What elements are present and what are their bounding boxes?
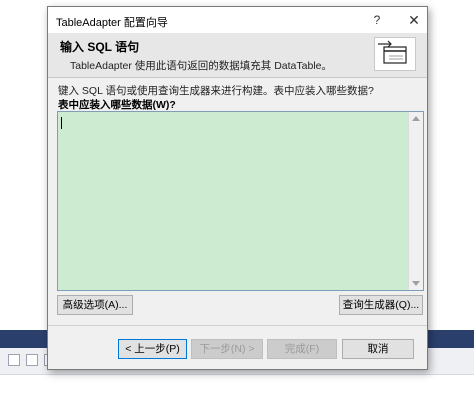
help-button[interactable]: ? [368, 11, 386, 29]
footer-separator [48, 325, 427, 326]
finish-button[interactable]: 完成(F) [267, 339, 337, 359]
scroll-down-icon[interactable] [412, 281, 420, 286]
text-caret [61, 117, 62, 129]
scroll-up-icon[interactable] [412, 116, 420, 121]
step-title: 输入 SQL 语句 [60, 40, 140, 54]
title-bar: TableAdapter 配置向导 ? ✕ [48, 7, 427, 33]
step-subtitle: TableAdapter 使用此语句返回的数据填充其 DataTable。 [70, 60, 332, 72]
cancel-button[interactable]: 取消 [342, 339, 414, 359]
toolbar-icon[interactable] [26, 354, 38, 366]
window-title: TableAdapter 配置向导 [56, 17, 168, 29]
wizard-header: 输入 SQL 语句 TableAdapter 使用此语句返回的数据填充其 Dat… [48, 33, 427, 78]
close-button[interactable]: ✕ [405, 11, 423, 29]
previous-button[interactable]: < 上一步(P) [118, 339, 187, 359]
query-builder-button[interactable]: 查询生成器(Q)... [339, 295, 423, 315]
toolbar-icon[interactable] [8, 354, 20, 366]
next-button[interactable]: 下一步(N) > [191, 339, 263, 359]
advanced-options-button[interactable]: 高级选项(A)... [57, 295, 133, 315]
table-wizard-icon [374, 37, 416, 71]
sql-statement-input[interactable] [57, 111, 424, 291]
background-editor [0, 375, 474, 415]
wizard-dialog: TableAdapter 配置向导 ? ✕ 输入 SQL 语句 TableAda… [47, 6, 428, 370]
instruction-text: 键入 SQL 语句或使用查询生成器来进行构建。表中应装入哪些数据? [58, 85, 374, 97]
sql-field-label: 表中应装入哪些数据(W)? [58, 99, 176, 111]
vertical-scrollbar[interactable] [408, 112, 423, 290]
